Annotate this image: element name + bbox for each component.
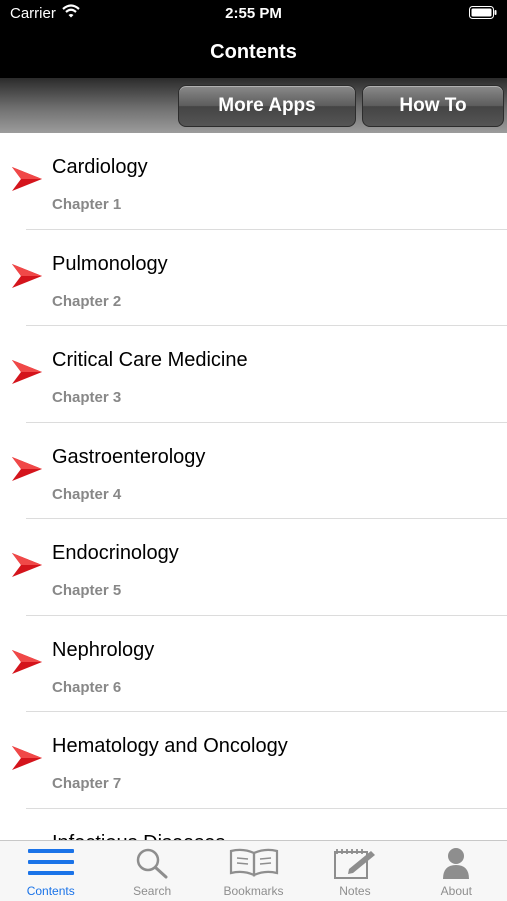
- red-arrow-icon: [12, 553, 42, 577]
- list-item[interactable]: Nephrology Chapter 6: [0, 616, 507, 712]
- red-arrow-icon: [12, 263, 42, 288]
- red-arrow-icon: [12, 649, 42, 674]
- chapter-subtitle: Chapter 1: [52, 196, 122, 213]
- red-arrow-icon: [12, 456, 42, 481]
- list-item[interactable]: Pulmonology Chapter 2: [0, 230, 507, 326]
- tab-notes[interactable]: Notes: [304, 841, 405, 901]
- notepad-icon: [333, 849, 375, 879]
- tab-label: Bookmarks: [223, 884, 284, 898]
- chapter-subtitle: Chapter 6: [52, 678, 122, 696]
- status-and-nav-bar: Carrier 2:55 PM Contents: [0, 0, 507, 78]
- list-icon: [27, 849, 74, 875]
- list-item[interactable]: Endocrinology Chapter 5: [0, 519, 507, 616]
- tab-bar: Contents Search Bookmarks Notes About: [0, 840, 507, 901]
- tab-label: Contents: [26, 884, 75, 898]
- chapter-subtitle: Chapter 3: [52, 389, 122, 406]
- chapter-title: Nephrology: [52, 638, 155, 661]
- book-icon: [229, 848, 278, 877]
- chapter-title: Gastroenterology: [52, 445, 206, 468]
- chapter-title: Cardiology: [52, 156, 148, 178]
- tab-search[interactable]: Search: [101, 841, 202, 901]
- tab-label: About: [440, 884, 472, 898]
- chapter-subtitle: Chapter 5: [52, 582, 122, 599]
- person-icon: [443, 848, 470, 879]
- list-item[interactable]: Infectious Diseases: [0, 809, 507, 841]
- tab-bookmarks[interactable]: Bookmarks: [203, 841, 304, 901]
- tab-label: Notes: [339, 884, 371, 898]
- page-title: Contents: [210, 41, 297, 63]
- list-item[interactable]: Gastroenterology Chapter 4: [0, 423, 507, 519]
- tab-about[interactable]: About: [406, 841, 507, 901]
- chapter-title: Critical Care Medicine: [52, 349, 248, 371]
- chapter-subtitle: Chapter 4: [52, 485, 122, 503]
- how-to-button[interactable]: How To: [362, 85, 504, 127]
- tab-label: Search: [133, 884, 172, 898]
- chapter-subtitle: Chapter 7: [52, 775, 122, 792]
- chapter-title: Infectious Diseases: [52, 832, 225, 841]
- status-time: 2:55 PM: [225, 5, 282, 22]
- red-arrow-icon: [12, 167, 42, 191]
- list-item[interactable]: Critical Care Medicine Chapter 3: [0, 326, 507, 423]
- red-arrow-icon: [12, 746, 42, 770]
- list-item[interactable]: Cardiology Chapter 1: [0, 133, 507, 230]
- battery-icon: [469, 6, 497, 19]
- more-apps-button[interactable]: More Apps: [178, 85, 356, 127]
- magnifier-icon: [136, 848, 168, 879]
- chapter-title: Pulmonology: [52, 252, 168, 275]
- tab-contents[interactable]: Contents: [0, 841, 101, 901]
- chapter-title: Hematology and Oncology: [52, 735, 288, 757]
- chapter-title: Endocrinology: [52, 542, 179, 564]
- list-item[interactable]: Hematology and Oncology Chapter 7: [0, 712, 507, 809]
- chapter-subtitle: Chapter 2: [52, 292, 122, 310]
- red-arrow-icon: [12, 360, 42, 384]
- chapter-list: Cardiology Chapter 1 Pulmonology Chapter…: [0, 133, 507, 840]
- toolbar: More Apps How To: [0, 78, 507, 133]
